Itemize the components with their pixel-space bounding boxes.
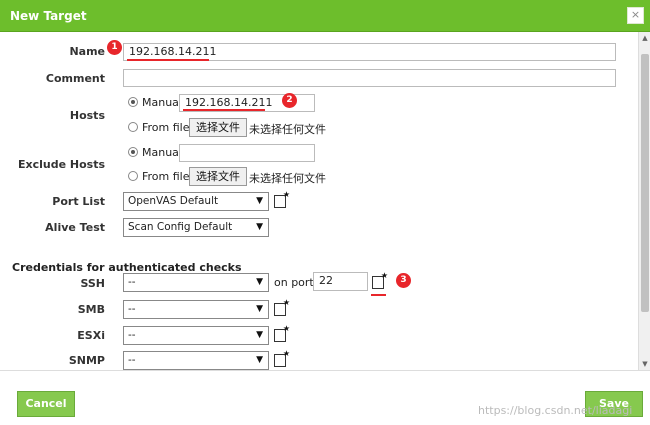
comment-input[interactable] xyxy=(123,69,616,87)
ssh-label: SSH xyxy=(80,277,105,290)
new-port-list-icon[interactable] xyxy=(274,190,290,208)
watermark-text: https://blog.csdn.net/liadagi xyxy=(478,404,633,417)
exclude-hosts-label: Exclude Hosts xyxy=(17,158,105,171)
annotation-marker-3: 3 xyxy=(396,273,411,288)
dropdown-arrow-icon: ▼ xyxy=(256,304,263,314)
annotation-marker-1: 1 xyxy=(107,40,122,55)
dropdown-arrow-icon: ▼ xyxy=(256,355,263,365)
smb-credential-value: -- xyxy=(128,303,136,315)
snmp-label: SNMP xyxy=(68,354,105,367)
alive-test-select[interactable]: Scan Config Default ▼ xyxy=(123,218,269,237)
hosts-file-button[interactable]: 选择文件 xyxy=(189,118,247,137)
exclude-file-button[interactable]: 选择文件 xyxy=(189,167,247,186)
exclude-from-file-radio[interactable] xyxy=(128,171,138,181)
scroll-down-icon[interactable]: ▼ xyxy=(641,360,649,368)
hosts-no-file-text: 未选择任何文件 xyxy=(249,123,326,136)
hosts-label: Hosts xyxy=(69,109,105,122)
ssh-credential-value: -- xyxy=(128,276,136,288)
annotation-underline-2 xyxy=(183,109,265,111)
exclude-from-file-option[interactable]: From file xyxy=(128,170,190,183)
ssh-credential-select[interactable]: -- ▼ xyxy=(123,273,269,292)
dialog-titlebar: New Target × xyxy=(0,0,650,32)
esxi-credential-select[interactable]: -- ▼ xyxy=(123,326,269,345)
dropdown-arrow-icon: ▼ xyxy=(256,196,263,206)
hosts-from-file-radio[interactable] xyxy=(128,122,138,132)
new-smb-credential-icon[interactable] xyxy=(274,298,290,316)
close-icon[interactable]: × xyxy=(627,7,644,24)
name-label: Name xyxy=(69,45,105,58)
dialog-content: Name 1 192.168.14.211 Comment Hosts Manu… xyxy=(0,32,638,370)
exclude-manual-label: Manual xyxy=(142,146,182,159)
port-list-label: Port List xyxy=(52,195,105,208)
new-ssh-credential-icon[interactable] xyxy=(372,271,388,289)
hosts-manual-label: Manual xyxy=(142,96,182,109)
esxi-credential-value: -- xyxy=(128,329,136,341)
hosts-from-file-option[interactable]: From file xyxy=(128,121,190,134)
dialog-title: New Target xyxy=(10,9,87,23)
hosts-from-file-label: From file xyxy=(142,121,190,134)
annotation-marker-2: 2 xyxy=(282,93,297,108)
exclude-no-file-text: 未选择任何文件 xyxy=(249,172,326,185)
exclude-manual-radio[interactable] xyxy=(128,147,138,157)
hosts-manual-radio[interactable] xyxy=(128,97,138,107)
snmp-credential-select[interactable]: -- ▼ xyxy=(123,351,269,370)
annotation-underline-3 xyxy=(371,294,386,296)
annotation-underline-1 xyxy=(127,59,209,61)
dropdown-arrow-icon: ▼ xyxy=(256,330,263,340)
smb-label: SMB xyxy=(77,303,105,316)
hosts-manual-option[interactable]: Manual xyxy=(128,96,182,109)
exclude-manual-option[interactable]: Manual xyxy=(128,146,182,159)
vertical-scrollbar[interactable]: ▲ ▼ xyxy=(638,32,650,370)
ssh-on-port-label: on port xyxy=(274,276,314,289)
snmp-credential-value: -- xyxy=(128,354,136,366)
scrollbar-thumb[interactable] xyxy=(641,54,649,312)
esxi-label: ESXi xyxy=(77,329,105,342)
comment-label: Comment xyxy=(45,72,105,85)
exclude-manual-input[interactable] xyxy=(179,144,315,162)
alive-test-label: Alive Test xyxy=(45,221,105,234)
port-list-select[interactable]: OpenVAS Default ▼ xyxy=(123,192,269,211)
ssh-port-input[interactable]: 22 xyxy=(313,272,368,291)
smb-credential-select[interactable]: -- ▼ xyxy=(123,300,269,319)
dropdown-arrow-icon: ▼ xyxy=(256,222,263,232)
exclude-from-file-label: From file xyxy=(142,170,190,183)
new-snmp-credential-icon[interactable] xyxy=(274,349,290,367)
alive-test-value: Scan Config Default xyxy=(128,221,233,233)
dropdown-arrow-icon: ▼ xyxy=(256,277,263,287)
port-list-value: OpenVAS Default xyxy=(128,195,219,207)
new-esxi-credential-icon[interactable] xyxy=(274,324,290,342)
cancel-button[interactable]: Cancel xyxy=(17,391,75,417)
scroll-up-icon[interactable]: ▲ xyxy=(641,34,649,42)
